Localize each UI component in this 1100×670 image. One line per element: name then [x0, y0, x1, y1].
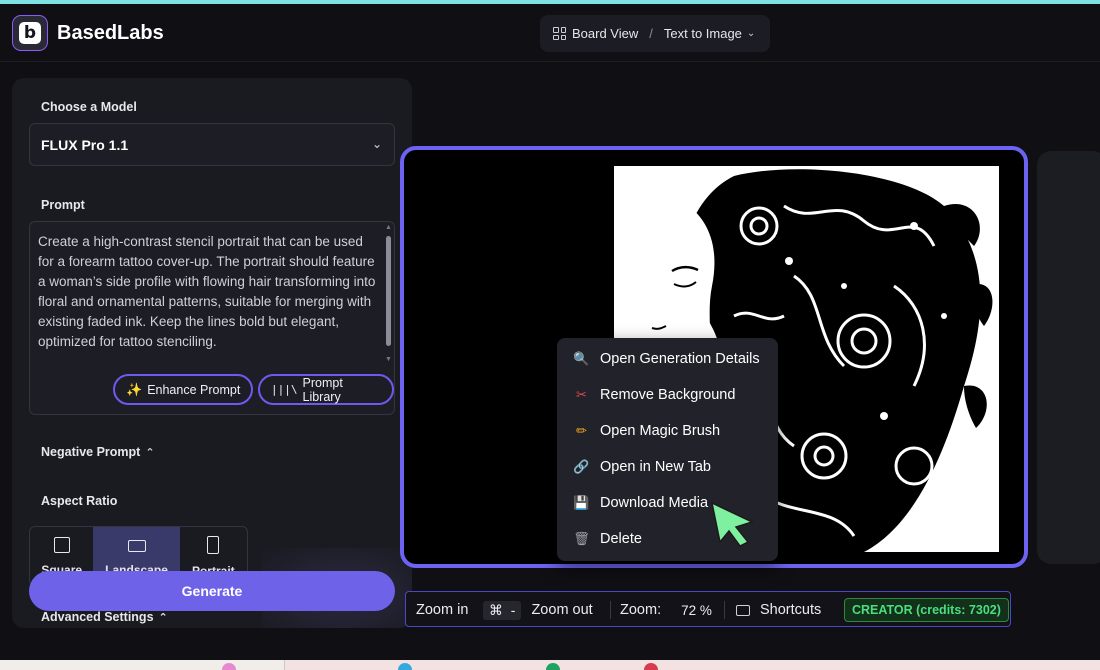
square-icon	[53, 537, 70, 553]
sparkle-icon: ✨	[126, 381, 143, 397]
prompt-label: Prompt	[41, 198, 85, 212]
menu-item-label: Open in New Tab	[600, 459, 711, 475]
model-value: FLUX Pro 1.1	[41, 136, 129, 153]
zoom-in-label: Zoom in	[416, 602, 469, 618]
os-taskbar	[0, 660, 1100, 670]
menu-item-label: Open Magic Brush	[600, 423, 721, 439]
zoom-out-control[interactable]: ⌘ - Zoom out	[483, 592, 593, 628]
floppy-icon: 💾	[573, 495, 590, 510]
breadcrumb-board-view[interactable]: Board View	[572, 26, 638, 41]
zoom-level: Zoom: 72 %	[620, 592, 712, 628]
zoom-in-control[interactable]: Zoom in	[416, 592, 468, 628]
model-label: Choose a Model	[41, 100, 137, 114]
logo-letter: b	[19, 22, 41, 44]
plan-credits-badge[interactable]: CREATOR (credits: 7302)	[844, 598, 1009, 622]
trash-icon: 🗑	[573, 531, 590, 546]
chevron-up-icon: ⌃	[158, 612, 168, 624]
scroll-down-icon: ▼	[385, 356, 392, 363]
scroll-up-icon: ▲	[385, 224, 392, 231]
scissors-icon: ✂	[576, 387, 587, 402]
menu-item-label: Remove Background	[600, 387, 736, 403]
taskbar-app-icon[interactable]	[398, 663, 412, 670]
menu-item-label: Open Generation Details	[600, 351, 760, 367]
generate-button[interactable]: Generate	[29, 571, 395, 611]
chevron-down-icon: ⌄	[371, 137, 382, 151]
breadcrumb-separator: /	[649, 26, 653, 41]
pointer-cursor-icon	[710, 501, 755, 547]
link-icon: 🔗	[573, 459, 590, 474]
taskbar-app-icon[interactable]	[644, 663, 658, 670]
divider	[610, 601, 611, 619]
scroll-thumb[interactable]	[386, 236, 391, 346]
taskbar-app-icon[interactable]	[222, 663, 236, 670]
prompt-library-label: Prompt Library	[302, 375, 343, 404]
advanced-settings-toggle[interactable]: Advanced Settings ⌃	[41, 610, 168, 624]
menu-open-magic-brush[interactable]: ✏ Open Magic Brush	[573, 420, 720, 442]
prompt-text[interactable]: Create a high-contrast stencil portrait …	[38, 232, 378, 366]
cmd-minus-keys: ⌘ -	[483, 600, 522, 620]
advanced-settings-label: Advanced Settings	[41, 610, 154, 624]
chevron-down-icon[interactable]: ⌄	[747, 28, 755, 39]
app-logo[interactable]: b	[12, 15, 48, 51]
prompt-library-button[interactable]: |||\ Prompt Library	[258, 374, 394, 405]
board-grid-icon	[553, 27, 566, 40]
menu-open-in-new-tab[interactable]: 🔗 Open in New Tab	[573, 456, 711, 478]
breadcrumb-text-to-image[interactable]: Text to Image	[664, 26, 742, 41]
aspect-ratio-label: Aspect Ratio	[41, 494, 118, 508]
keyboard-icon	[736, 604, 750, 616]
zoom-toolbar: Zoom in ⌘ - Zoom out Zoom: 72 % Shortcut…	[405, 591, 1011, 627]
cmd-key: ⌘	[489, 601, 503, 618]
brand-name: BasedLabs	[57, 22, 164, 44]
menu-item-label: Delete	[600, 531, 642, 547]
zoom-label: Zoom:	[620, 602, 662, 618]
zoom-out-label: Zoom out	[531, 602, 593, 618]
menu-open-generation-details[interactable]: 🔍 Open Generation Details	[573, 348, 760, 370]
breadcrumb: Board View / Text to Image ⌄	[540, 15, 770, 52]
prompt-textarea[interactable]: Create a high-contrast stencil portrait …	[29, 221, 395, 415]
zoom-value: 72 %	[681, 602, 712, 618]
menu-delete[interactable]: 🗑 Delete	[573, 528, 642, 550]
chevron-up-icon: ⌃	[145, 447, 155, 459]
negative-prompt-label: Negative Prompt	[41, 445, 141, 459]
app-header: b BasedLabs Board View / Text to Image ⌄	[0, 4, 1100, 62]
minus-key: -	[510, 601, 516, 618]
prompt-scrollbar[interactable]: ▲ ▼	[385, 224, 392, 364]
negative-prompt-toggle[interactable]: Negative Prompt ⌃	[41, 445, 155, 459]
enhance-prompt-label: Enhance Prompt	[147, 382, 241, 397]
generation-panel: Choose a Model FLUX Pro 1.1 ⌄ Prompt Cre…	[12, 78, 412, 628]
enhance-prompt-button[interactable]: ✨ Enhance Prompt	[113, 374, 254, 405]
menu-item-label: Download Media	[600, 495, 709, 511]
taskbar-app-icon[interactable]	[546, 663, 560, 670]
menu-remove-background[interactable]: ✂ Remove Background	[573, 384, 735, 406]
pencil-icon: ✏	[576, 423, 587, 438]
portrait-icon	[207, 536, 220, 554]
menu-download-media[interactable]: 💾 Download Media	[573, 492, 708, 514]
landscape-icon	[127, 540, 146, 552]
shortcuts-label: Shortcuts	[760, 602, 822, 618]
library-icon: |||\	[271, 383, 298, 396]
model-select[interactable]: FLUX Pro 1.1 ⌄	[29, 123, 395, 166]
magnifier-icon: 🔍	[573, 351, 590, 366]
shortcuts-button[interactable]: Shortcuts	[736, 592, 821, 628]
next-generation-card[interactable]	[1037, 151, 1100, 564]
divider	[724, 601, 725, 619]
